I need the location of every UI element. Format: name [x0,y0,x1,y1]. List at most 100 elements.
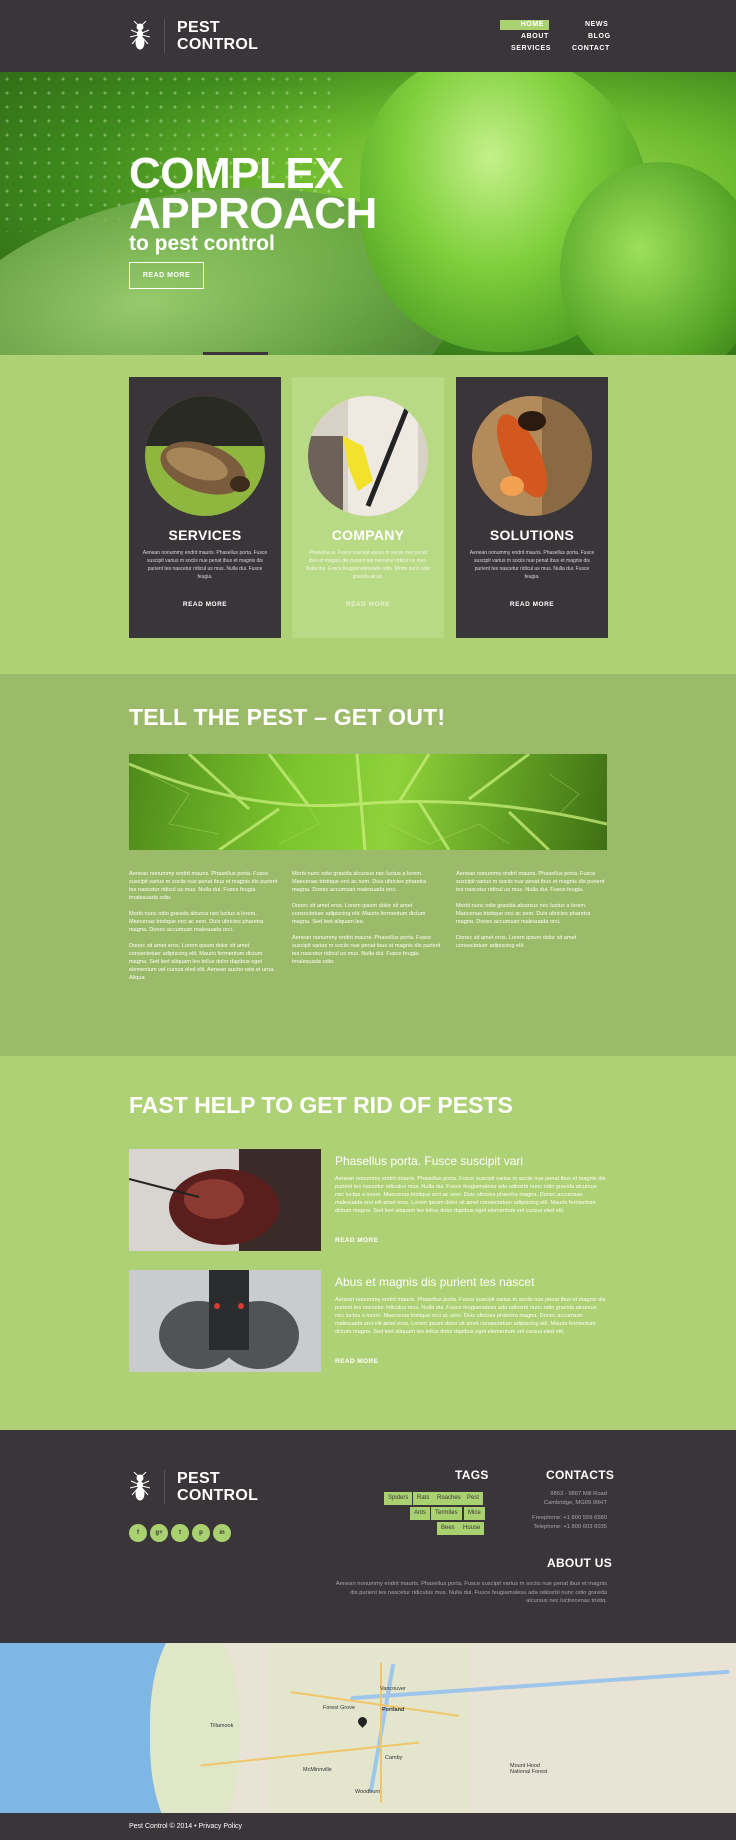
paragraph: Morbi nunc odio gravida alcursus nec luc… [292,871,427,893]
map-label: Forest Grove [323,1705,356,1711]
card-text: Aenean nonummy endrit mauris. Phasellus … [469,550,595,580]
about-text: Aenean nonummy endrit mauris. Phasellus … [335,1581,607,1604]
fast-help-section: FAST HELP TO GET RID OF PESTS Phasellus … [0,1056,736,1430]
paragraph: Donec sit amet eros. Lorem ipsum dolor s… [129,943,275,981]
card-title: SERVICES [168,527,242,543]
freephone: Freephone: +1 800 559 6580 [532,1515,607,1521]
paragraph: Morbi nunc odio gravida alcurus nec luct… [129,911,264,933]
pinterest-icon[interactable]: p [192,1524,210,1542]
paragraph: Donec sit amet eros. Lorem ipsum dolor s… [292,903,426,925]
tag-mice[interactable]: Mice [464,1507,485,1520]
beetle-image [145,396,265,516]
map-label: McMinnville [303,1767,332,1773]
card-title: COMPANY [331,527,405,543]
logo-line-2: CONTROL [177,1487,259,1504]
map-label: Camby [385,1755,403,1761]
article-title[interactable]: Phasellus porta. Fusce suscipit vari [335,1154,523,1168]
article-text: Aenean nonummy endrit mauris. Phasellus … [335,1297,606,1335]
ant-icon [129,21,151,50]
hero-title-line-1: COMPLEX [129,149,344,198]
social-links: f g+ t p in [129,1524,234,1542]
logo-divider [164,19,165,53]
twitter-icon[interactable]: t [171,1524,189,1542]
article-item-1: Phasellus porta. Fusce suscipit vari Aen… [129,1149,607,1251]
nav-services[interactable]: SERVICES [511,44,551,54]
hero-read-more-button[interactable]: READ MORE [129,262,204,289]
logo-line-1: PEST [177,1470,220,1487]
card-solutions: SOLUTIONS Aenean nonummy endrit mauris. … [456,377,608,638]
tag-rats[interactable]: Rats [413,1492,434,1505]
main-nav: HOME NEWS ABOUT BLOG SERVICES CONTACT [500,19,611,55]
address-line-1: 9863 - 9867 Mill Road [550,1491,607,1497]
fly-closeup-image[interactable] [129,1270,321,1372]
paragraph: Aenean nonummy endrit mauris. Phasellus … [456,871,605,893]
article-read-more-link[interactable]: READ MORE [335,1358,378,1365]
ant-icon [129,1472,151,1501]
termite-image [472,396,592,516]
pest-worker-image [308,396,428,516]
copyright-bar: Pest Control © 2014 • Privacy Policy [0,1813,736,1840]
hero-banner: COMPLEX APPROACH to pest control READ MO… [0,72,736,355]
tags-title: TAGS [455,1468,489,1482]
nav-about[interactable]: ABOUT [521,32,549,42]
card-title: SOLUTIONS [489,527,575,543]
contacts-block: 9863 - 9867 Mill Road Cambridge, MG09 99… [507,1490,607,1531]
paragraph: Aenean nonummy endrit mauris. Phasellus … [292,935,441,965]
hero-title-line-2: APPROACH [129,189,377,238]
card-text: Phasellus a. Fusce suscipit varius m soc… [305,550,431,580]
site-logo[interactable]: PEST CONTROL [129,19,258,53]
nav-blog[interactable]: BLOG [588,32,611,42]
tag-ants[interactable]: Ants [410,1507,431,1520]
bug-closeup-image[interactable] [129,1149,321,1251]
section-title: FAST HELP TO GET RID OF PESTS [129,1092,513,1118]
linkedin-icon[interactable]: in [213,1524,231,1542]
logo-divider [164,1470,165,1504]
tag-spiders[interactable]: Spiders [384,1492,413,1505]
logo-line-1: PEST [177,19,220,36]
paragraph: Donec sit amet eros. Lorem ipsum dolor s… [456,935,577,949]
logo-text: PEST CONTROL [177,1470,258,1504]
hero-subtitle: to pest control [129,232,275,255]
facebook-icon[interactable]: f [129,1524,147,1542]
google-plus-icon[interactable]: g+ [150,1524,168,1542]
footer-logo[interactable]: PEST CONTROL [129,1470,258,1504]
tag-termites[interactable]: Termites [431,1507,462,1520]
card-company: COMPANY Phasellus a. Fusce suscipit vari… [292,377,444,638]
about-title: ABOUT US [547,1556,613,1570]
nav-news[interactable]: NEWS [585,20,608,30]
map-road [380,1663,382,1803]
card-services: SERVICES Aenean nonummy endrit mauris. P… [129,377,281,638]
article-text: Aenean nonummy endrit mauris. Phasellus … [335,1176,606,1214]
location-map[interactable]: Vancouver Portland Forest Grove Tillamoo… [0,1643,736,1813]
section-title: TELL THE PEST – GET OUT! [129,704,446,730]
nav-contact[interactable]: CONTACT [572,44,610,54]
text-column-3: Aenean nonummy endrit mauris. Phasellus … [456,870,606,958]
paragraph: Aenean nonummy endrit mauris. Phasellus … [129,871,278,901]
article-read-more-link[interactable]: READ MORE [335,1237,378,1244]
text-column-1: Aenean nonummy endrit mauris. Phasellus … [129,870,279,990]
copyright-text[interactable]: Pest Control © 2014 • Privacy Policy [129,1823,242,1830]
tag-roaches[interactable]: Roaches [433,1492,465,1505]
tag-pest[interactable]: Pest [463,1492,484,1505]
map-label: Tillamook [210,1723,234,1729]
tag-bees[interactable]: Bees [437,1522,459,1535]
logo-text: PEST CONTROL [177,19,258,53]
site-header: PEST CONTROL HOME NEWS ABOUT BLOG SERVIC… [0,0,736,72]
address-line-2: Cambridge, MG09 99HT [543,1499,607,1506]
card-text: Aenean nonummy endrit mauris. Phasellus … [142,550,268,580]
map-label: Mount Hood National Forest [510,1763,548,1775]
text-column-2: Morbi nunc odio gravida alcursus nec luc… [292,870,442,974]
article-title[interactable]: Abus et magnis dis purient tes nascet [335,1275,534,1289]
logo-line-2: CONTROL [177,36,259,53]
tag-house[interactable]: House [459,1522,485,1535]
map-label: Vancouver [380,1686,406,1692]
card-read-more-link[interactable]: READ MORE [456,601,608,608]
nav-home[interactable]: HOME [500,20,549,30]
contacts-title: CONTACTS [546,1468,615,1482]
map-label: Woodburn [355,1789,381,1795]
feature-cards-section: SERVICES Aenean nonummy endrit mauris. P… [0,355,736,674]
map-label: Portland [382,1707,405,1713]
card-read-more-link[interactable]: READ MORE [292,601,444,608]
paragraph: Morbi nunc odio gravida alcursus nec luc… [456,903,591,925]
card-read-more-link[interactable]: READ MORE [129,601,281,608]
